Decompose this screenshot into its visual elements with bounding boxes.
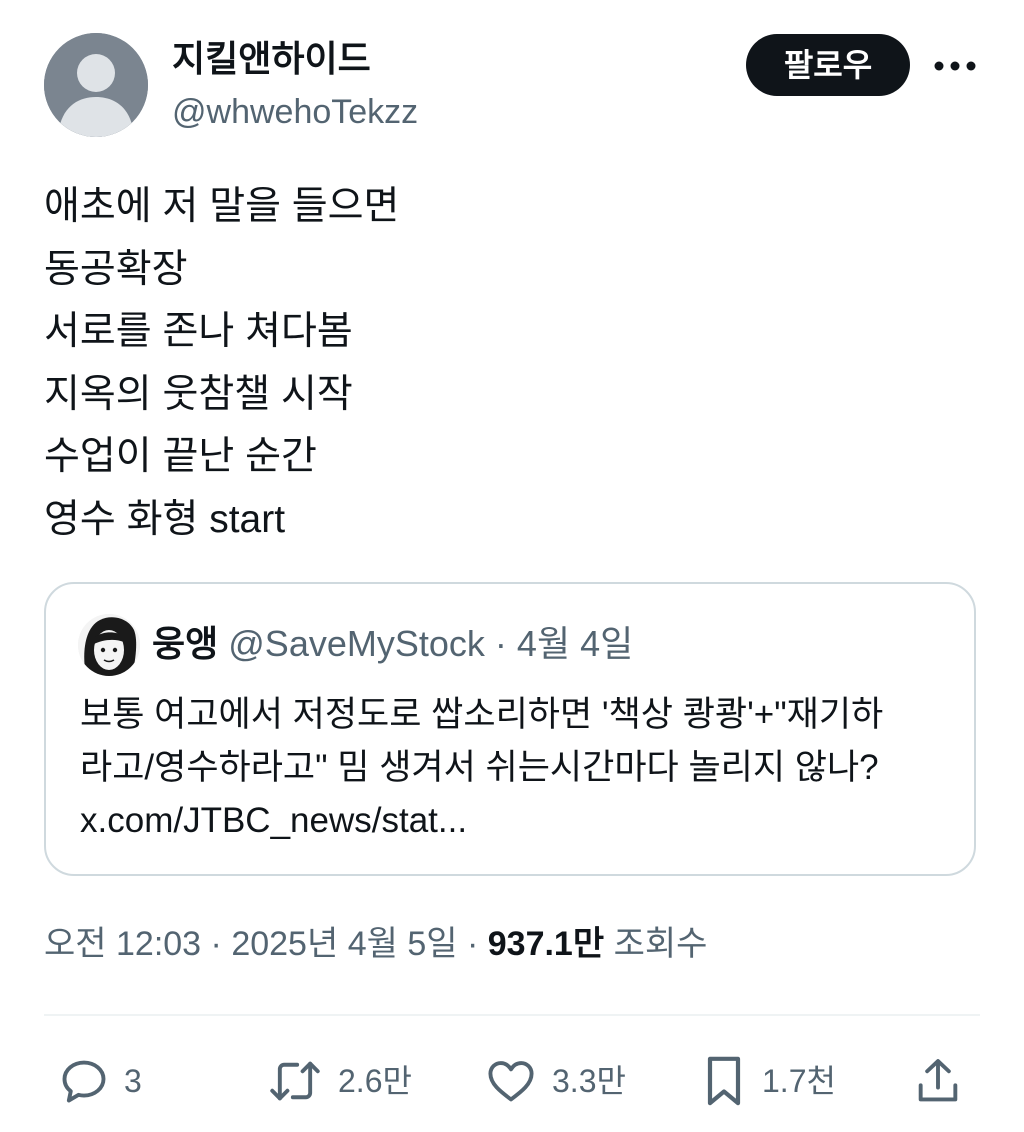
share-button[interactable] <box>912 1046 964 1116</box>
author-display-name[interactable]: 지킬앤하이드 <box>172 36 371 82</box>
more-options-button[interactable] <box>930 44 980 88</box>
divider <box>44 1014 980 1016</box>
tweet-text-line: 수업이 끝난 순간 <box>44 435 317 478</box>
tweet: 지킬앤하이드 @whwehoTekzz 팔로우 애초에 저 말을 들으면 동공확… <box>0 0 1024 1132</box>
bookmark-button[interactable]: 1.7천 <box>700 1046 836 1116</box>
tweet-text-line: 서로를 존나 쳐다봄 <box>44 310 353 353</box>
tweet-metadata: 오전 12:03 · 2025년 4월 5일 · 937.1만 조회수 <box>44 918 707 970</box>
tweet-text-line: 애초에 저 말을 들으면 <box>44 185 400 228</box>
views-label: 조회수 <box>613 925 708 963</box>
like-count: 3.3만 <box>552 1063 626 1099</box>
like-button[interactable]: 3.3만 <box>484 1046 626 1116</box>
separator-dot: · <box>466 925 479 963</box>
quoted-author-avatar <box>78 614 140 676</box>
quoted-tweet-date: 4월 4일 <box>516 623 634 664</box>
quoted-link[interactable]: x.com/JTBC_news/stat... <box>80 794 960 847</box>
views-count: 937.1만 <box>487 925 605 963</box>
tweet-time[interactable]: 오전 12:03 <box>44 925 201 963</box>
separator-dot: · <box>494 623 507 664</box>
tweet-text-line: 동공확장 <box>44 247 188 291</box>
quoted-text-line: 보통 여고에서 저정도로 쌉소리하면 '책상 쾅쾅'+"재기하 <box>80 695 884 734</box>
separator-dot: · <box>210 925 222 963</box>
retweet-icon <box>266 1055 324 1107</box>
action-bar: 3 2.6만 3.3만 1.7천 <box>0 1046 1024 1116</box>
heart-icon <box>484 1055 538 1107</box>
follow-button[interactable]: 팔로우 <box>746 34 910 96</box>
tweet-date[interactable]: 2025년 4월 5일 <box>231 925 457 963</box>
quoted-tweet-text: 보통 여고에서 저정도로 쌉소리하면 '책상 쾅쾅'+"재기하 라고/영수하라고… <box>80 688 960 847</box>
tweet-text-line: 영수 화형 start <box>44 497 286 541</box>
reply-count: 3 <box>124 1063 142 1099</box>
tweet-text-line: 지옥의 웃참챌 시작 <box>44 372 353 416</box>
cartoon-face-avatar-icon <box>78 614 140 676</box>
more-icon <box>934 61 976 71</box>
reply-icon <box>58 1055 110 1107</box>
avatar[interactable] <box>44 33 148 137</box>
reply-button[interactable]: 3 <box>58 1046 142 1116</box>
bookmark-count: 1.7천 <box>762 1063 836 1099</box>
quoted-author-handle: @SaveMyStock <box>228 623 485 664</box>
quoted-text-line: 라고/영수하라고" 밈 생겨서 쉬는시간마다 놀리지 않나? <box>80 748 879 787</box>
quoted-author-name: 웅앵 <box>152 623 219 664</box>
default-avatar-icon <box>44 33 148 137</box>
quoted-tweet-header: 웅앵 @SaveMyStock · 4월 4일 <box>152 620 633 668</box>
author-handle[interactable]: @whwehoTekzz <box>172 90 418 134</box>
quoted-tweet-card[interactable]: 웅앵 @SaveMyStock · 4월 4일 보통 여고에서 저정도로 쌉소리… <box>44 582 976 876</box>
bookmark-icon <box>700 1053 748 1109</box>
share-icon <box>912 1055 964 1107</box>
retweet-count: 2.6만 <box>338 1063 412 1099</box>
retweet-button[interactable]: 2.6만 <box>266 1046 412 1116</box>
tweet-text: 애초에 저 말을 들으면 동공확장 서로를 존나 쳐다봄 지옥의 웃참챌 시작 … <box>44 176 984 551</box>
